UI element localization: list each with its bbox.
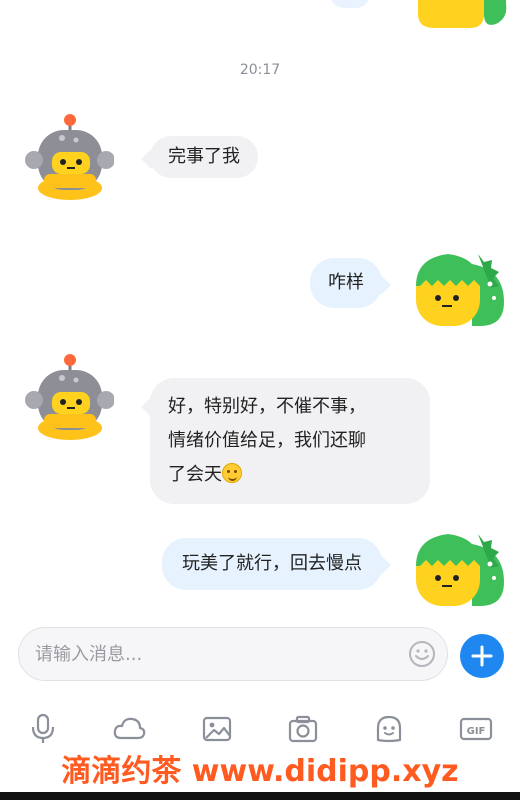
gif-icon: GIF xyxy=(459,717,493,741)
plus-icon xyxy=(471,645,493,667)
camera-icon[interactable] xyxy=(286,712,320,746)
message-composer xyxy=(18,627,448,681)
message-bubble-sent[interactable]: 咋样 xyxy=(310,258,391,308)
dino-avatar[interactable] xyxy=(414,240,506,332)
dino-avatar-partial xyxy=(418,0,507,28)
message-bubble-received[interactable]: 好，特别好，不催不事， 情绪价值给足，我们还聊 了会天 xyxy=(141,378,430,504)
message-text-line: 了会天 xyxy=(168,464,222,485)
image-icon[interactable] xyxy=(200,712,234,746)
message-text: 玩美了就行，回去慢点 xyxy=(182,553,362,574)
robot-avatar[interactable] xyxy=(22,112,114,204)
message-input[interactable] xyxy=(35,628,395,680)
message-bubble-sent[interactable]: 玩美了就行，回去慢点 xyxy=(162,538,391,590)
emoji-face-icon[interactable] xyxy=(407,639,437,669)
previous-message-bubble xyxy=(330,0,370,8)
add-button[interactable] xyxy=(460,634,504,678)
robot-avatar[interactable] xyxy=(22,352,114,444)
message-text: 完事了我 xyxy=(168,146,240,167)
watermark-text: 滴滴约茶 www.didipp.xyz xyxy=(61,754,459,789)
message-text-line: 情绪价值给足，我们还聊 xyxy=(168,430,366,451)
message-bubble-received[interactable]: 完事了我 xyxy=(141,136,258,178)
bottom-edge xyxy=(0,792,520,800)
message-text: 咋样 xyxy=(328,272,364,293)
sticker-icon[interactable] xyxy=(372,712,406,746)
message-timestamp: 20:17 xyxy=(239,62,281,78)
smiling-face-emoji xyxy=(222,463,242,483)
dino-avatar[interactable] xyxy=(414,520,506,612)
cloud-icon[interactable] xyxy=(112,712,146,746)
gif-label: GIF xyxy=(467,726,486,737)
gif-button[interactable]: GIF xyxy=(458,712,494,746)
message-text-line: 好，特别好，不催不事， xyxy=(168,396,366,417)
microphone-icon[interactable] xyxy=(26,712,60,746)
